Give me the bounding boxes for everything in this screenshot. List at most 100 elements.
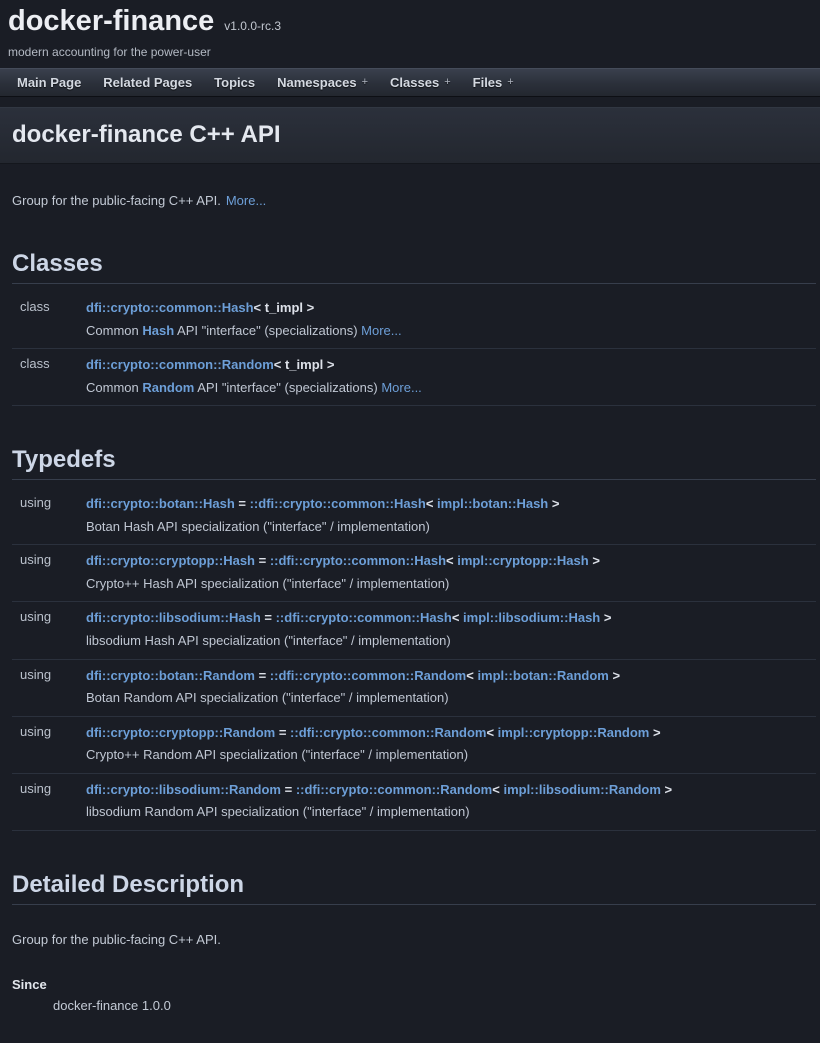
member-description: Botan Random API specialization ("interf… — [86, 689, 816, 707]
member-kind: class — [12, 299, 86, 339]
title-area: docker-finance v1.0.0-rc.3 modern accoun… — [0, 0, 820, 68]
member-cell: dfi::crypto::botan::Random = ::dfi::cryp… — [86, 667, 816, 707]
nav-tab-main-page[interactable]: Main Page — [6, 69, 92, 96]
member-kind: using — [12, 495, 86, 535]
detailed-description-text: Group for the public-facing C++ API. — [12, 931, 816, 949]
member-description: Crypto++ Random API specialization ("int… — [86, 746, 816, 764]
code-link[interactable]: dfi::crypto::cryptopp::Random — [86, 725, 275, 740]
code-link[interactable]: dfi::crypto::botan::Random — [86, 668, 255, 683]
code-text: = — [235, 496, 250, 511]
code-link[interactable]: ::dfi::crypto::common::Hash — [250, 496, 426, 511]
code-text: > — [600, 610, 611, 625]
member-cell: dfi::crypto::cryptopp::Random = ::dfi::c… — [86, 724, 816, 764]
member-name: dfi::crypto::common::Hash< t_impl > — [86, 299, 816, 317]
code-text: = — [255, 553, 270, 568]
code-link[interactable]: Random — [142, 380, 194, 395]
project-brief: modern accounting for the power-user — [8, 45, 812, 66]
classes-heading: Classes — [12, 248, 816, 284]
code-link[interactable]: impl::cryptopp::Hash — [457, 553, 588, 568]
code-link[interactable]: ::dfi::crypto::common::Random — [296, 782, 492, 797]
code-text: > — [589, 553, 600, 568]
table-row: classdfi::crypto::common::Hash< t_impl >… — [12, 292, 816, 349]
member-kind: using — [12, 609, 86, 649]
table-row: usingdfi::crypto::libsodium::Random = ::… — [12, 774, 816, 831]
code-link[interactable]: More... — [381, 380, 421, 395]
code-link[interactable]: impl::cryptopp::Random — [498, 725, 650, 740]
code-link[interactable]: dfi::crypto::libsodium::Hash — [86, 610, 261, 625]
code-text: > — [649, 725, 660, 740]
code-link[interactable]: dfi::crypto::common::Random — [86, 357, 274, 372]
table-row: usingdfi::crypto::botan::Random = ::dfi:… — [12, 660, 816, 717]
nav-tab-label: Related Pages — [103, 75, 192, 90]
since-label: Since — [12, 977, 816, 992]
nav-tab-label: Main Page — [17, 75, 81, 90]
member-description: libsodium Hash API specialization ("inte… — [86, 632, 816, 650]
nav-tab-files[interactable]: Files+ — [462, 69, 525, 96]
nav-tab-classes[interactable]: Classes + — [379, 69, 462, 96]
table-row: usingdfi::crypto::libsodium::Hash = ::df… — [12, 602, 816, 659]
code-text: < — [486, 725, 497, 740]
code-link[interactable]: ::dfi::crypto::common::Random — [270, 668, 466, 683]
code-text: = — [275, 725, 290, 740]
code-text: Common — [86, 323, 142, 338]
nav-tab-label: Namespaces — [277, 75, 357, 90]
member-kind: class — [12, 356, 86, 396]
member-description: libsodium Random API specialization ("in… — [86, 803, 816, 821]
code-link[interactable]: dfi::crypto::botan::Hash — [86, 496, 235, 511]
code-link[interactable]: dfi::crypto::common::Hash — [86, 300, 254, 315]
member-kind: using — [12, 724, 86, 764]
classes-table: classdfi::crypto::common::Hash< t_impl >… — [12, 292, 816, 406]
nav-tab-label: Files — [473, 75, 503, 90]
code-text: API "interface" (specializations) — [174, 323, 361, 338]
intro-paragraph: Group for the public-facing C++ API. More… — [12, 192, 816, 210]
typedefs-heading: Typedefs — [12, 444, 816, 480]
code-link[interactable]: impl::botan::Hash — [437, 496, 548, 511]
member-description: Common Random API "interface" (specializ… — [86, 379, 816, 397]
dropdown-arrow-icon: + — [444, 76, 450, 88]
code-link[interactable]: dfi::crypto::libsodium::Random — [86, 782, 281, 797]
code-link[interactable]: dfi::crypto::cryptopp::Hash — [86, 553, 255, 568]
code-text: Crypto++ Hash API specialization ("inter… — [86, 576, 449, 591]
table-row: usingdfi::crypto::botan::Hash = ::dfi::c… — [12, 488, 816, 545]
more-link[interactable]: More... — [226, 193, 266, 208]
contents: Group for the public-facing C++ API. More… — [0, 192, 820, 1043]
code-link[interactable]: ::dfi::crypto::common::Random — [290, 725, 486, 740]
table-row: usingdfi::crypto::cryptopp::Hash = ::dfi… — [12, 545, 816, 602]
since-section: Since docker-finance 1.0.0 — [12, 977, 816, 1013]
member-kind: using — [12, 781, 86, 821]
member-name: dfi::crypto::cryptopp::Random = ::dfi::c… — [86, 724, 816, 742]
code-link[interactable]: ::dfi::crypto::common::Hash — [276, 610, 452, 625]
code-text: Botan Hash API specialization ("interfac… — [86, 519, 430, 534]
code-link[interactable]: More... — [361, 323, 401, 338]
since-value: docker-finance 1.0.0 — [53, 998, 816, 1013]
code-text: < — [492, 782, 503, 797]
code-link[interactable]: impl::botan::Random — [477, 668, 608, 683]
code-text: = — [255, 668, 270, 683]
member-name: dfi::crypto::common::Random< t_impl > — [86, 356, 816, 374]
member-name: dfi::crypto::botan::Hash = ::dfi::crypto… — [86, 495, 816, 513]
code-text: libsodium Hash API specialization ("inte… — [86, 633, 451, 648]
intro-text: Group for the public-facing C++ API. — [12, 193, 221, 208]
member-cell: dfi::crypto::cryptopp::Hash = ::dfi::cry… — [86, 552, 816, 592]
code-text: = — [261, 610, 276, 625]
code-link[interactable]: ::dfi::crypto::common::Hash — [270, 553, 446, 568]
member-cell: dfi::crypto::libsodium::Hash = ::dfi::cr… — [86, 609, 816, 649]
project-name: docker-finance — [8, 6, 214, 38]
code-text: < — [446, 553, 457, 568]
member-cell: dfi::crypto::common::Random< t_impl >Com… — [86, 356, 816, 396]
code-text: > — [609, 668, 620, 683]
member-name: dfi::crypto::botan::Random = ::dfi::cryp… — [86, 667, 816, 685]
table-row: usingdfi::crypto::cryptopp::Random = ::d… — [12, 717, 816, 774]
nav-tab-related-pages[interactable]: Related Pages — [92, 69, 203, 96]
nav-tab-namespaces[interactable]: Namespaces + — [266, 69, 379, 96]
code-link[interactable]: Hash — [142, 323, 174, 338]
code-text: < t_impl > — [274, 357, 335, 372]
code-link[interactable]: impl::libsodium::Hash — [463, 610, 600, 625]
nav-tab-topics[interactable]: Topics — [203, 69, 266, 96]
code-link[interactable]: impl::libsodium::Random — [503, 782, 660, 797]
member-name: dfi::crypto::libsodium::Hash = ::dfi::cr… — [86, 609, 816, 627]
nav-tab-label: Classes — [390, 75, 439, 90]
dropdown-arrow-icon: + — [362, 76, 368, 88]
member-description: Common Hash API "interface" (specializat… — [86, 322, 816, 340]
code-text: < — [452, 610, 463, 625]
